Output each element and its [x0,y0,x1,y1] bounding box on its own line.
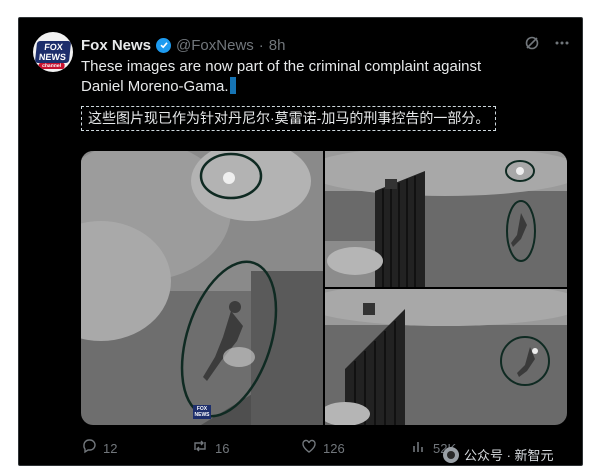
reply-button[interactable]: 12 [81,438,191,458]
separator-dot: · [258,36,264,54]
author-handle[interactable]: @FoxNews [176,37,254,54]
post-text: These images are now part of the crimina… [81,58,482,95]
like-button[interactable]: 126 [301,438,411,458]
fox-news-watermark: FOX NEWS [193,405,211,419]
avatar[interactable]: FOX NEWS channel [33,32,73,72]
like-count: 126 [323,440,345,456]
post-card[interactable]: FOX NEWS channel Fox News @FoxNews · 8h … [18,17,583,466]
media-grid[interactable]: FOX NEWS [81,151,567,425]
post-header: Fox News @FoxNews · 8h [81,35,285,55]
more-options-icon[interactable] [554,35,570,56]
reply-count: 12 [103,440,118,456]
photo-top-right[interactable] [325,151,567,287]
grok-icon[interactable] [524,35,540,56]
repost-icon [191,438,209,458]
author-name[interactable]: Fox News [81,37,151,54]
post-time[interactable]: 8h [269,37,286,54]
views-icon [411,438,427,458]
reply-icon [81,438,97,458]
post-toolbar [524,35,570,56]
photo-bottom-right[interactable] [325,289,567,425]
repost-button[interactable]: 16 [191,438,301,458]
text-cursor [229,77,236,94]
wechat-logo-icon [443,446,459,463]
watermark-text: 公众号 · 新智元 [464,448,554,463]
like-icon [301,438,317,458]
fox-news-logo: FOX NEWS channel [34,41,72,69]
translation-box: 这些图片现已作为针对丹尼尔·莫雷诺-加马的刑事控告的一部分。 [81,106,497,131]
photo-left[interactable]: FOX NEWS [81,151,323,425]
repost-count: 16 [215,440,230,456]
verified-badge-icon [156,37,172,53]
wechat-watermark: 公众号 · 新智元 [443,445,554,464]
